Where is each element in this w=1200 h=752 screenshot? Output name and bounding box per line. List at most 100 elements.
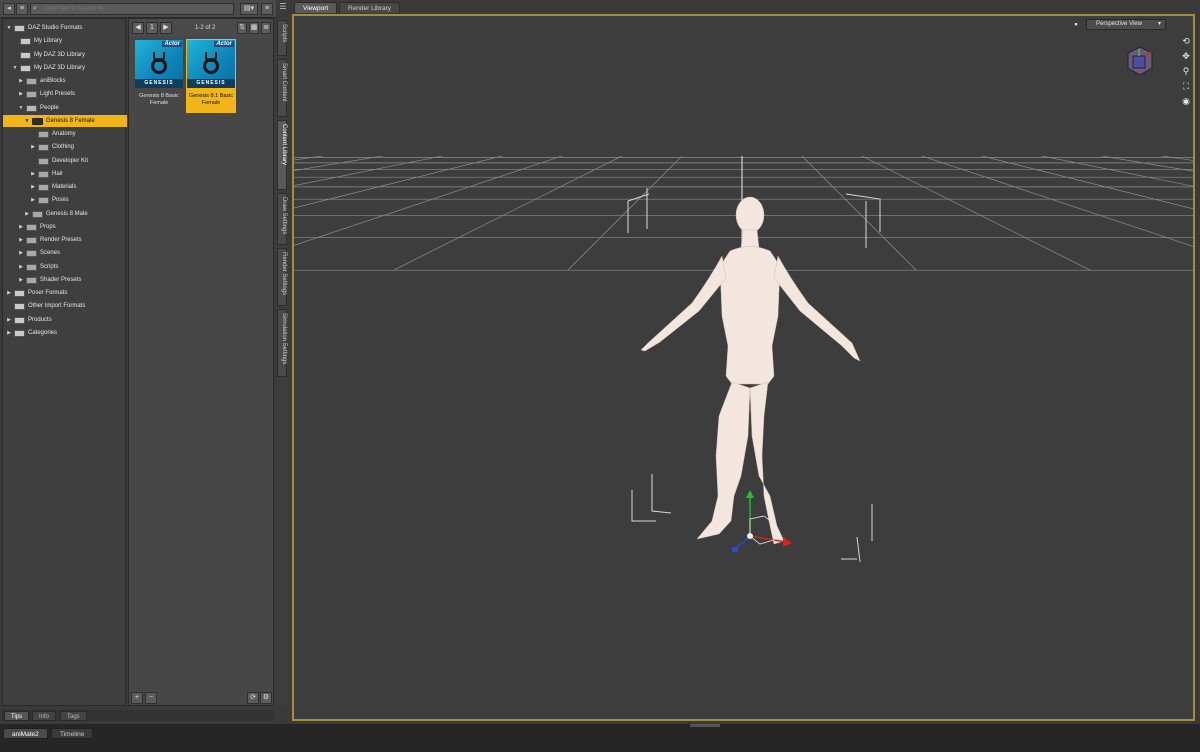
tab-render-settings[interactable]: Render Settings <box>277 248 287 306</box>
tree-item[interactable]: ▶ Scripts <box>3 261 127 273</box>
tab-label: Info <box>39 714 50 720</box>
content-item[interactable]: Actor GENESIS Genesis 8 Basic Female <box>134 39 184 113</box>
tree-item[interactable]: My DAZ 3D Library <box>3 49 127 61</box>
add-button[interactable]: + <box>131 692 143 704</box>
sort-button[interactable]: ⇅ <box>237 22 247 34</box>
menu-button[interactable]: ≡ <box>16 3 28 15</box>
collapsed-arrow-icon[interactable]: ▶ <box>30 194 36 206</box>
camera-options-icon[interactable]: ▪ <box>1071 19 1081 29</box>
collapsed-arrow-icon[interactable]: ▶ <box>18 247 24 259</box>
tab-scripts[interactable]: Scripts <box>277 20 287 56</box>
tree-item[interactable]: ▼ People <box>3 102 127 114</box>
tab-smart-content[interactable]: Smart Content <box>277 59 287 117</box>
tab-animate2[interactable]: aniMate2 <box>3 728 48 739</box>
tree-item[interactable]: ▶ aniBlocks <box>3 75 127 87</box>
grid-line <box>294 106 613 270</box>
tree-item[interactable]: Developer Kit <box>3 155 127 167</box>
tree-item[interactable]: My Library <box>3 35 127 47</box>
tree-item[interactable]: ▶ Props <box>3 221 127 233</box>
collapsed-arrow-icon[interactable]: ▶ <box>18 75 24 87</box>
menu-icon: ≡ <box>19 5 25 12</box>
collapsed-arrow-icon[interactable]: ▶ <box>6 327 12 339</box>
collapsed-arrow-icon[interactable]: ▶ <box>18 88 24 100</box>
grid-line <box>1159 156 1193 161</box>
pane-menu-icon[interactable]: ☰ <box>277 2 289 12</box>
filter-icon: ▤▾ <box>243 5 255 12</box>
tree-item[interactable]: ▶ Hair <box>3 168 127 180</box>
search-input[interactable] <box>30 3 234 15</box>
collapsed-arrow-icon[interactable]: ▶ <box>24 208 30 220</box>
expanded-arrow-icon[interactable]: ▼ <box>24 115 30 127</box>
tab-content-library[interactable]: Content Library <box>277 120 287 190</box>
tab-viewport[interactable]: Viewport <box>294 2 338 13</box>
tab-simulation-settings[interactable]: Simulation Settings <box>277 309 287 377</box>
tree-item[interactable]: ▶ Genesis 8 Male <box>3 208 127 220</box>
collapsed-arrow-icon[interactable]: ▶ <box>30 168 36 180</box>
remove-button[interactable]: − <box>145 692 157 704</box>
back-button[interactable]: ◂ <box>3 3 15 15</box>
tree-item[interactable]: ▼ DAZ Studio Formats <box>3 22 127 34</box>
pan-icon[interactable]: ✥ <box>1181 51 1191 61</box>
collapsed-arrow-icon[interactable]: ▶ <box>18 234 24 246</box>
expanded-arrow-icon[interactable]: ▼ <box>12 62 18 74</box>
grid-line <box>1069 106 1193 270</box>
tab-render-library[interactable]: Render Library <box>339 2 400 13</box>
tab-info[interactable]: Info <box>32 711 57 721</box>
grid-line <box>980 156 1193 210</box>
grid-line <box>294 106 544 270</box>
folder-icon <box>26 104 37 112</box>
content-item[interactable]: Actor GENESIS Genesis 8.1 Basic Female <box>186 39 236 113</box>
tab-tips[interactable]: Tips <box>4 711 30 721</box>
collapsed-arrow-icon[interactable]: ▶ <box>18 221 24 233</box>
panel-options-button[interactable]: ≡ <box>261 3 273 15</box>
tab-tags[interactable]: Tags <box>60 711 87 721</box>
prev-page-button[interactable]: ◀ <box>132 22 144 34</box>
orbit-icon[interactable]: ⟲ <box>1181 36 1191 46</box>
icon-view-button[interactable]: ▦ <box>249 22 259 34</box>
collapsed-arrow-icon[interactable]: ▶ <box>18 261 24 273</box>
list-view-button[interactable]: ≣ <box>261 22 271 34</box>
tab-draw-settings[interactable]: Draw Settings <box>277 193 287 245</box>
tree-item[interactable]: ▼ Genesis 8 Female <box>3 114 127 127</box>
collapsed-arrow-icon[interactable]: ▶ <box>6 314 12 326</box>
filter-dropdown-button[interactable]: ▤▾ <box>240 3 258 15</box>
item-thumbnail: Actor GENESIS <box>135 40 183 88</box>
view-mode-dropdown[interactable]: Perspective View ▾ <box>1086 19 1166 30</box>
tree-item[interactable]: ▶ Products <box>3 314 127 326</box>
expanded-arrow-icon[interactable]: ▼ <box>6 22 12 34</box>
settings-button[interactable]: ⚙ <box>260 692 272 704</box>
next-page-button[interactable]: ▶ <box>160 22 172 34</box>
grid-line <box>1099 106 1193 270</box>
tree-item[interactable]: Anatomy <box>3 128 127 140</box>
tree-item[interactable]: ▶ Scenes <box>3 247 127 259</box>
collapsed-arrow-icon[interactable]: ▶ <box>6 287 12 299</box>
collapsed-arrow-icon[interactable]: ▶ <box>30 141 36 153</box>
tree-item[interactable]: ▼ My DAZ 3D Library <box>3 62 127 74</box>
tree-item[interactable]: ▶ Materials <box>3 181 127 193</box>
refresh-button[interactable]: ⟳ <box>247 692 259 704</box>
viewport-scene[interactable] <box>294 16 1193 719</box>
view-cube[interactable] <box>1127 46 1153 76</box>
expanded-arrow-icon[interactable]: ▼ <box>18 102 24 114</box>
frame-icon[interactable]: ⛶ <box>1181 81 1191 91</box>
grid-line <box>294 106 445 270</box>
splitter-handle[interactable] <box>690 724 720 727</box>
tree-item[interactable]: ▶ Clothing <box>3 141 127 153</box>
tree-item[interactable]: ▶ Light Presets <box>3 88 127 100</box>
tree-item[interactable]: ▶ Poses <box>3 194 127 206</box>
zoom-icon[interactable]: ⚲ <box>1181 66 1191 76</box>
reset-view-icon[interactable]: ◉ <box>1181 96 1191 106</box>
tree-item[interactable]: ▶ Render Presets <box>3 234 127 246</box>
grid-line <box>294 106 554 270</box>
page-number-button[interactable]: 1 <box>146 22 158 34</box>
3d-viewport[interactable]: Perspective View ▾ ▪ ⟲ ✥ ⚲ ⛶ ◉ <box>292 14 1195 721</box>
tree-item[interactable]: ▶ Poser Formats <box>3 287 127 299</box>
content-grid-panel: ◀ 1 ▶ 1-2 of 2 ⇅ ▦ ≣ Actor GENESIS Genesis… <box>128 18 274 706</box>
collapsed-arrow-icon[interactable]: ▶ <box>30 181 36 193</box>
tab-timeline[interactable]: Timeline <box>51 728 94 739</box>
tree-item[interactable]: ▶ Shader Presets <box>3 274 127 286</box>
grid-line <box>821 106 1193 270</box>
tree-item[interactable]: Other Import Formats <box>3 300 127 312</box>
tree-item[interactable]: ▶ Categories <box>3 327 127 339</box>
collapsed-arrow-icon[interactable]: ▶ <box>18 274 24 286</box>
